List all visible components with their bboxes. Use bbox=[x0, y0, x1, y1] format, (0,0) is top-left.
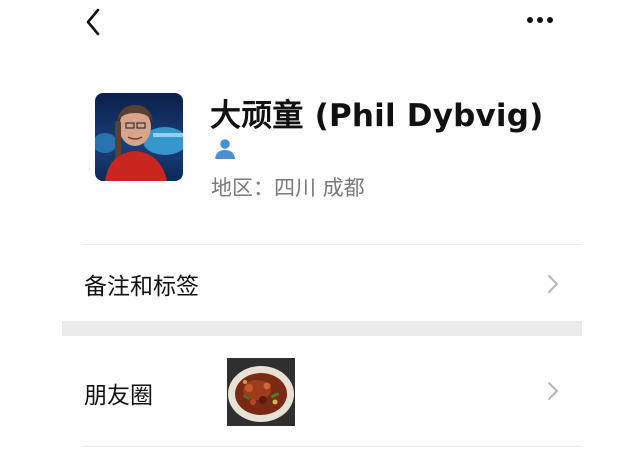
profile-header: 大顽童 (Phil Dybvig) 地区：四川 成都 bbox=[0, 80, 640, 200]
more-button[interactable] bbox=[520, 10, 560, 30]
contact-name: 大顽童 (Phil Dybvig) bbox=[210, 98, 544, 134]
region-text: 地区：四川 成都 bbox=[211, 176, 365, 200]
back-button[interactable] bbox=[80, 6, 108, 38]
chevron-left-icon bbox=[86, 8, 100, 36]
top-bar bbox=[0, 0, 640, 44]
avatar-photo bbox=[95, 93, 183, 181]
remarks-and-tags-label: 备注和标签 bbox=[84, 274, 199, 300]
moments-photo-thumbnail[interactable] bbox=[227, 358, 295, 426]
section-separator bbox=[62, 321, 582, 336]
chevron-right-icon bbox=[546, 380, 560, 402]
more-dots-icon bbox=[527, 17, 553, 23]
moments-row[interactable]: 朋友圈 bbox=[62, 336, 582, 446]
remarks-and-tags-row[interactable]: 备注和标签 bbox=[62, 245, 582, 321]
avatar[interactable] bbox=[95, 93, 183, 181]
chevron-right-icon bbox=[546, 273, 560, 295]
person-icon bbox=[212, 136, 238, 162]
divider bbox=[82, 446, 582, 447]
moments-label: 朋友圈 bbox=[84, 383, 153, 409]
